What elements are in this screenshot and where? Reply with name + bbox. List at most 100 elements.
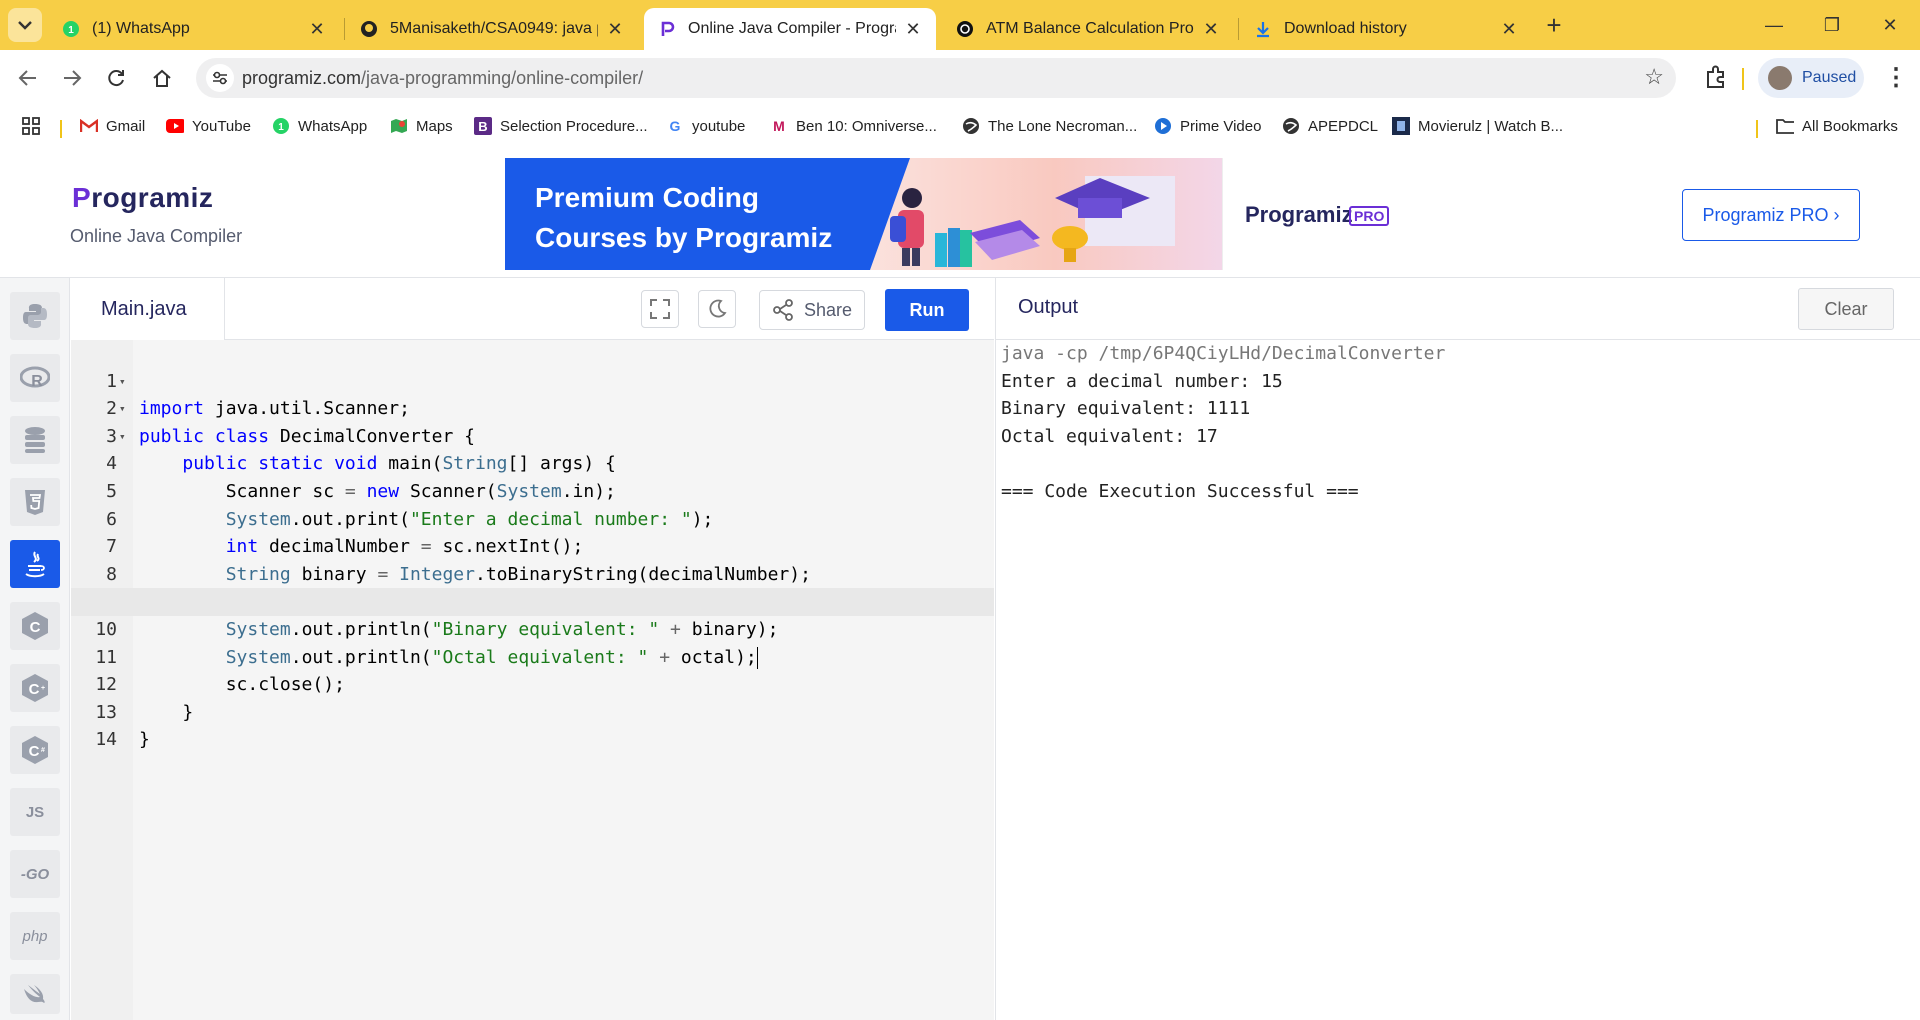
- close-icon[interactable]: ✕: [1202, 19, 1220, 40]
- share-button[interactable]: Share: [759, 290, 865, 330]
- address-bar[interactable]: programiz.com/java-programming/online-co…: [196, 58, 1676, 98]
- programiz-pro-button[interactable]: Programiz PRO ›: [1682, 189, 1860, 241]
- code-line[interactable]: 1 ▾ import java.util.Scanner;: [71, 340, 994, 420]
- tab-programiz[interactable]: Online Java Compiler - Program ✕: [644, 8, 936, 50]
- programiz-logo[interactable]: Programiz: [72, 182, 213, 214]
- bookmark-ben10[interactable]: M Ben 10: Omniverse...: [770, 114, 937, 138]
- clear-button[interactable]: Clear: [1798, 288, 1894, 330]
- code-line[interactable]: 13 }: [71, 671, 994, 751]
- lang-python[interactable]: [10, 292, 60, 340]
- bookmark-apepdcl[interactable]: APEPDCL: [1282, 114, 1378, 138]
- code-line[interactable]: 4 Scanner sc = new Scanner(System.in);: [71, 423, 994, 502]
- tab-search-button[interactable]: [8, 8, 42, 42]
- lang-c[interactable]: C: [10, 602, 60, 650]
- output-line: === Code Execution Successful ===: [1001, 481, 1359, 502]
- close-window-button[interactable]: ✕: [1870, 10, 1910, 40]
- lang-r[interactable]: R: [10, 354, 60, 402]
- tab-whatsapp[interactable]: 1 (1) WhatsApp ✕: [48, 8, 340, 50]
- maps-icon: [390, 117, 408, 135]
- bookmark-prime-video[interactable]: Prime Video: [1154, 114, 1261, 138]
- code-line[interactable]: 2 ▾ public class DecimalConverter {: [71, 368, 994, 447]
- bookmark-movierulz[interactable]: Movierulz | Watch B...: [1392, 114, 1563, 138]
- bookmark-youtube[interactable]: YouTube: [166, 114, 251, 138]
- file-tab-main-java[interactable]: Main.java: [71, 278, 225, 340]
- lang-java[interactable]: [10, 540, 60, 588]
- url-text[interactable]: programiz.com/java-programming/online-co…: [242, 68, 643, 89]
- bookmark-star-icon[interactable]: ☆: [1644, 64, 1664, 90]
- restore-button[interactable]: ❐: [1812, 10, 1852, 40]
- profile-button[interactable]: Paused: [1758, 58, 1864, 98]
- bookmark-whatsapp[interactable]: 1 WhatsApp: [272, 114, 367, 138]
- github-icon: [360, 20, 378, 38]
- bookmark-b-icon: B: [474, 117, 492, 135]
- banner-pro-panel: Programiz PRO: [1222, 158, 1415, 270]
- code-line[interactable]: 9 System.out.println("Binary equivalent:…: [71, 561, 994, 640]
- code-line[interactable]: 3 ▾ public static void main(String[] args…: [71, 395, 994, 475]
- bookmark-label: Movierulz | Watch B...: [1418, 117, 1564, 135]
- code-line[interactable]: 14: [71, 699, 994, 750]
- youtube-icon: [166, 117, 184, 135]
- site-settings-icon[interactable]: [206, 64, 234, 92]
- bookmark-lone-necromancer[interactable]: The Lone Necroman...: [962, 114, 1137, 138]
- bookmarks-divider: [1756, 120, 1758, 138]
- code-line[interactable]: 8 String octal = Integer.toOctalString(d…: [71, 533, 994, 613]
- close-icon[interactable]: ✕: [308, 19, 326, 40]
- fullscreen-button[interactable]: [641, 290, 679, 328]
- lang-javascript[interactable]: JS: [10, 788, 60, 836]
- new-tab-button[interactable]: +: [1540, 12, 1568, 40]
- lang-sql[interactable]: [10, 416, 60, 464]
- run-button[interactable]: Run: [885, 289, 969, 331]
- more-menu-icon[interactable]: ⋮: [1884, 64, 1908, 92]
- python-icon: [23, 304, 47, 328]
- apps-button[interactable]: [22, 114, 40, 138]
- forward-button[interactable]: [56, 62, 88, 94]
- bookmarks-divider: [60, 120, 62, 138]
- code-line[interactable]: 5 System.out.print("Enter a decimal numb…: [71, 450, 994, 530]
- banner-line-1: Premium Coding: [535, 182, 760, 213]
- lang-csharp[interactable]: C #: [10, 726, 60, 774]
- code-line[interactable]: 12 }: [71, 644, 994, 723]
- bookmark-gmail[interactable]: Gmail: [80, 114, 145, 138]
- svg-text:C: C: [29, 743, 40, 760]
- code-line[interactable]: 7 String binary = Integer.toBinaryString…: [71, 506, 994, 585]
- code-text: }: [139, 729, 150, 751]
- bookmark-label: WhatsApp: [298, 117, 368, 135]
- bookmark-selection-procedure[interactable]: B Selection Procedure...: [474, 114, 648, 138]
- lang-cpp[interactable]: C +: [10, 664, 60, 712]
- banner-illustration: [850, 158, 1222, 270]
- close-icon[interactable]: ✕: [904, 19, 922, 40]
- tab-divider: [344, 18, 345, 40]
- lang-php[interactable]: php: [10, 912, 60, 960]
- svg-text:1: 1: [68, 25, 74, 36]
- close-icon[interactable]: ✕: [606, 19, 624, 40]
- bookmark-label: The Lone Necroman...: [988, 117, 1138, 135]
- minimize-button[interactable]: —: [1754, 10, 1794, 40]
- globe-icon: [962, 117, 980, 135]
- logo-letter: P: [72, 182, 92, 213]
- extensions-icon[interactable]: [1700, 62, 1732, 94]
- tab-github[interactable]: 5Manisaketh/CSA0949: java pro ✕: [346, 8, 638, 50]
- lang-html[interactable]: [10, 478, 60, 526]
- logo-text: rogramiz: [91, 182, 214, 213]
- browser-tab-bar: 1 (1) WhatsApp ✕ 5Manisaketh/CSA0949: ja…: [0, 0, 1920, 50]
- reload-button[interactable]: [100, 62, 132, 94]
- code-line[interactable]: 11 sc.close();: [71, 616, 994, 696]
- all-bookmarks-button[interactable]: All Bookmarks: [1776, 114, 1898, 138]
- home-button[interactable]: [146, 62, 178, 94]
- code-editor[interactable]: 1 ▾ import java.util.Scanner; 2 ▾ public c…: [71, 340, 994, 1020]
- code-line-active[interactable]: 10 System.out.println("Octal equivalent:…: [71, 588, 994, 669]
- back-button[interactable]: [12, 62, 44, 94]
- promo-banner[interactable]: Premium Coding Courses by Programiz Prog…: [505, 158, 1415, 270]
- bookmark-youtube-google[interactable]: G youtube: [666, 114, 746, 138]
- tab-chatgpt[interactable]: ATM Balance Calculation Progra ✕: [942, 8, 1234, 50]
- lang-swift[interactable]: [10, 974, 60, 1014]
- code-line[interactable]: 6 int decimalNumber = sc.nextInt();: [71, 478, 994, 558]
- bookmark-maps[interactable]: Maps: [390, 114, 453, 138]
- lang-go[interactable]: -GO: [10, 850, 60, 898]
- svg-text:C: C: [29, 681, 40, 698]
- tab-downloads[interactable]: Download history ✕: [1240, 8, 1532, 50]
- output-console[interactable]: java -cp /tmp/6P4QCiyLHd/DecimalConverte…: [995, 340, 1920, 1020]
- java-icon: [25, 551, 45, 578]
- close-icon[interactable]: ✕: [1500, 19, 1518, 40]
- theme-toggle-button[interactable]: [698, 290, 736, 328]
